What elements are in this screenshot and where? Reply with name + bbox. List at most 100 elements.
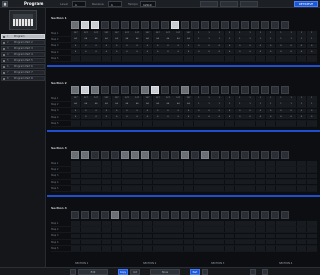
value-cell[interactable]	[234, 227, 245, 233]
step-pad[interactable]	[161, 211, 169, 219]
value-cell[interactable]: 127	[122, 96, 132, 101]
value-cell[interactable]: 64	[91, 102, 101, 108]
value-cell[interactable]	[296, 239, 307, 245]
value-cell[interactable]	[142, 161, 153, 166]
value-cell[interactable]	[132, 161, 142, 166]
value-cell[interactable]	[193, 233, 204, 239]
value-cell[interactable]	[70, 179, 81, 185]
value-cell[interactable]	[204, 239, 214, 245]
value-cell[interactable]: 1	[193, 96, 204, 101]
value-cell[interactable]: 1	[306, 31, 317, 36]
value-cell[interactable]: 0	[224, 114, 235, 120]
value-cell[interactable]: 0	[91, 114, 101, 120]
value-cell[interactable]	[276, 227, 286, 233]
step-pad[interactable]	[121, 86, 129, 94]
step-pad[interactable]	[221, 86, 229, 94]
value-cell[interactable]: 1	[224, 31, 235, 36]
value-cell[interactable]	[204, 233, 214, 239]
value-cell[interactable]	[255, 233, 266, 239]
value-cell[interactable]	[163, 233, 173, 239]
step-pad[interactable]	[131, 211, 139, 219]
value-cell[interactable]	[173, 233, 184, 239]
value-cell[interactable]: 1	[306, 96, 317, 101]
value-cell[interactable]	[132, 179, 142, 185]
value-cell[interactable]	[265, 121, 276, 126]
step-pad[interactable]	[141, 86, 149, 94]
value-cell[interactable]: 127	[91, 96, 101, 101]
top-button-3[interactable]	[240, 1, 258, 7]
value-cell[interactable]: 0	[163, 108, 173, 114]
value-cell[interactable]	[152, 161, 163, 166]
step-pad[interactable]	[71, 211, 79, 219]
value-cell[interactable]	[224, 227, 235, 233]
value-cell[interactable]	[81, 173, 91, 179]
step-pad[interactable]	[91, 211, 99, 219]
init-button[interactable]: Init	[130, 269, 140, 275]
value-cell[interactable]	[101, 121, 112, 126]
step-pad[interactable]	[141, 211, 149, 219]
value-cell[interactable]: 1	[296, 102, 307, 108]
value-cell[interactable]	[306, 121, 317, 126]
value-cell[interactable]: 64	[111, 37, 122, 43]
step-pad[interactable]	[161, 151, 169, 159]
value-cell[interactable]	[234, 173, 245, 179]
value-cell[interactable]	[173, 56, 184, 61]
step-pad[interactable]	[161, 86, 169, 94]
value-cell[interactable]	[224, 56, 235, 61]
value-cell[interactable]: 0	[296, 49, 307, 55]
value-cell[interactable]	[81, 121, 91, 126]
value-cell[interactable]	[183, 121, 194, 126]
value-cell[interactable]: 0	[173, 114, 184, 120]
value-cell[interactable]	[276, 167, 286, 173]
value-cell[interactable]	[111, 161, 122, 166]
sidebar-part-item[interactable]: 6 Program Part 6	[1, 64, 45, 69]
value-cell[interactable]: 0	[132, 114, 142, 120]
step-pad[interactable]	[81, 86, 89, 94]
value-cell[interactable]	[101, 186, 112, 191]
value-cell[interactable]	[193, 186, 204, 191]
value-cell[interactable]	[70, 233, 81, 239]
value-cell[interactable]: 64	[101, 102, 112, 108]
value-cell[interactable]	[122, 167, 132, 173]
value-cell[interactable]: 0	[255, 108, 266, 114]
value-cell[interactable]	[276, 221, 286, 226]
value-cell[interactable]	[111, 167, 122, 173]
step-pad[interactable]	[111, 86, 119, 94]
value-cell[interactable]	[193, 121, 204, 126]
value-cell[interactable]: 1	[296, 37, 307, 43]
value-cell[interactable]: 0	[214, 49, 225, 55]
value-cell[interactable]	[296, 167, 307, 173]
value-cell[interactable]	[111, 173, 122, 179]
value-cell[interactable]	[265, 233, 276, 239]
value-cell[interactable]: 0	[122, 114, 132, 120]
value-cell[interactable]: 0	[193, 43, 204, 49]
value-cell[interactable]	[81, 246, 91, 251]
value-cell[interactable]	[163, 246, 173, 251]
value-cell[interactable]	[255, 56, 266, 61]
value-cell[interactable]: 0	[214, 108, 225, 114]
value-cell[interactable]: 0	[152, 49, 163, 55]
value-cell[interactable]: 64	[183, 37, 194, 43]
value-cell[interactable]	[204, 186, 214, 191]
value-cell[interactable]: 0	[276, 114, 286, 120]
value-cell[interactable]	[163, 56, 173, 61]
value-cell[interactable]: 0	[255, 43, 266, 49]
top-button-2[interactable]	[220, 1, 238, 7]
value-cell[interactable]	[173, 121, 184, 126]
value-cell[interactable]	[122, 186, 132, 191]
value-cell[interactable]: 64	[173, 102, 184, 108]
value-cell[interactable]: 64	[183, 102, 194, 108]
value-cell[interactable]	[245, 167, 255, 173]
value-cell[interactable]: 127	[163, 31, 173, 36]
value-cell[interactable]	[234, 246, 245, 251]
value-cell[interactable]	[306, 179, 317, 185]
value-cell[interactable]: 1	[204, 31, 214, 36]
step-pad[interactable]	[231, 21, 239, 29]
value-cell[interactable]: 1	[204, 37, 214, 43]
value-cell[interactable]: 0	[204, 43, 214, 49]
value-cell[interactable]: 0	[306, 49, 317, 55]
value-cell[interactable]	[142, 121, 153, 126]
value-cell[interactable]	[132, 239, 142, 245]
value-cell[interactable]	[70, 246, 81, 251]
value-cell[interactable]	[142, 246, 153, 251]
